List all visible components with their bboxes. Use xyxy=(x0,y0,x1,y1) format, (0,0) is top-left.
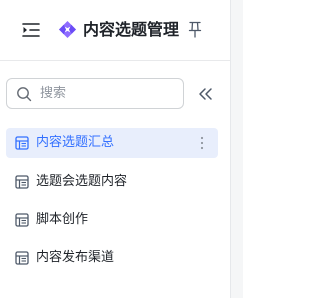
app-logo-icon xyxy=(58,20,77,39)
table-icon xyxy=(15,213,29,227)
nav-item-publish-channels[interactable]: 内容发布渠道 xyxy=(6,243,218,273)
table-icon xyxy=(15,136,29,150)
search-icon xyxy=(17,87,32,102)
nav-item-script-writing[interactable]: 脚本创作 xyxy=(6,205,218,235)
app-title: 内容选题管理 xyxy=(83,20,180,39)
more-vertical-icon[interactable] xyxy=(198,135,206,151)
nav-item-label: 内容发布渠道 xyxy=(36,250,115,265)
header-divider xyxy=(0,60,230,61)
nav-item-label: 内容选题汇总 xyxy=(36,135,115,150)
sidebar-header: 内容选题管理 xyxy=(0,0,230,60)
nav-item-label: 选题会选题内容 xyxy=(36,174,128,189)
table-icon xyxy=(15,251,29,265)
main-content-edge xyxy=(230,0,243,298)
nav-item-label: 脚本创作 xyxy=(36,212,89,227)
pin-icon[interactable] xyxy=(188,21,202,38)
table-icon xyxy=(15,175,29,189)
search-input[interactable] xyxy=(40,83,175,104)
collapse-menu-icon[interactable] xyxy=(22,22,40,38)
nav-item-content-summary[interactable]: 内容选题汇总 xyxy=(6,128,218,158)
nav-item-meeting-topics[interactable]: 选题会选题内容 xyxy=(6,167,218,197)
double-chevron-left-icon[interactable] xyxy=(196,84,216,104)
search-box[interactable] xyxy=(6,78,184,109)
sidebar: 内容选题管理 内容选题汇总 xyxy=(0,0,230,298)
